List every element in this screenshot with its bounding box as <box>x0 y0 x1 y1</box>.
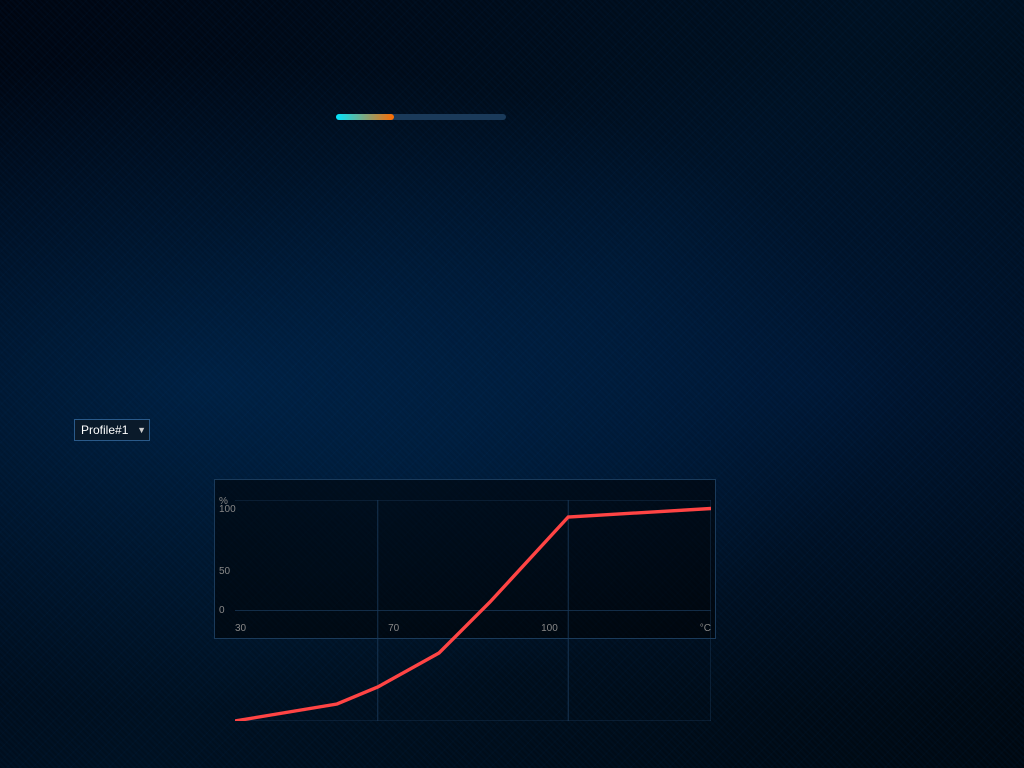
chart-x-unit: °C <box>700 623 711 634</box>
chart-x-30: 30 <box>235 623 246 634</box>
chart-container: % 100 50 0 <box>214 479 716 639</box>
chart-x-100: 100 <box>541 623 558 634</box>
fan-chart-svg <box>235 500 711 721</box>
chart-y-0: 0 <box>219 605 225 616</box>
xmp-select[interactable]: Profile#1 <box>74 419 150 441</box>
temp-bar <box>336 114 394 120</box>
chart-y-50: 50 <box>219 566 230 577</box>
temp-bar-container <box>336 114 506 120</box>
cpu-fan-block: CPU FAN % 100 50 0 <box>214 460 716 712</box>
chart-x-labels: 30 70 100 °C <box>235 623 711 634</box>
xmp-select-wrapper[interactable]: Profile#1 <box>74 419 150 441</box>
chart-y-100: 100 <box>219 504 236 515</box>
chart-x-70: 70 <box>388 623 399 634</box>
